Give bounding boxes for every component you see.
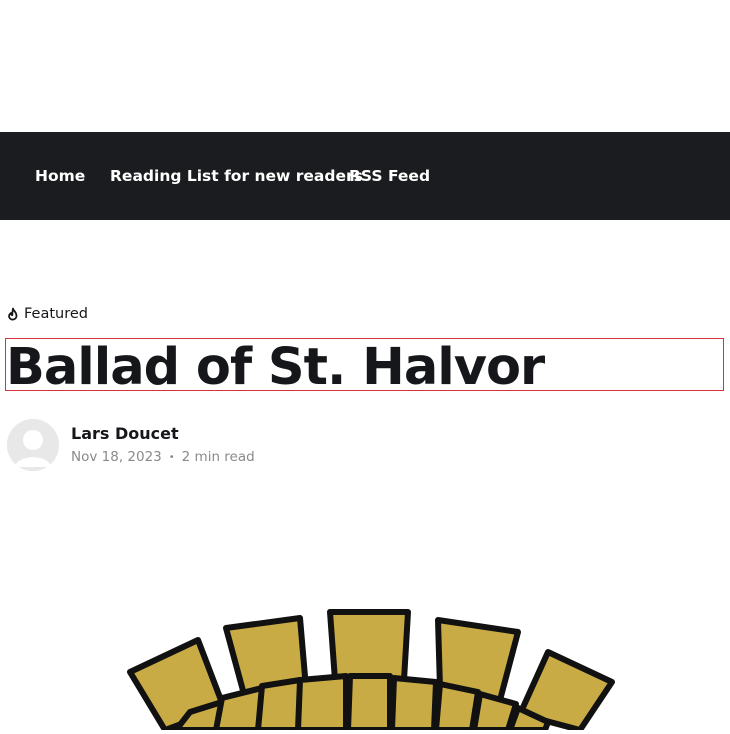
author-avatar[interactable] (7, 419, 59, 471)
post-date: Nov 18, 2023 (71, 449, 162, 465)
meta-separator: • (168, 451, 175, 463)
reading-time: 2 min read (181, 449, 255, 465)
flame-icon (6, 307, 20, 322)
feature-image (0, 590, 730, 733)
nav-link-rss-feed[interactable]: RSS Feed (349, 132, 430, 220)
post-meta: Nov 18, 2023 • 2 min read (71, 449, 255, 465)
site-nav: Home Reading List for new readers RSS Fe… (0, 132, 730, 220)
author-name[interactable]: Lars Doucet (71, 424, 179, 443)
nav-link-home[interactable]: Home (35, 132, 85, 220)
post-title: Ballad of St. Halvor (6, 338, 545, 397)
nav-link-reading-list[interactable]: Reading List for new readers (110, 132, 363, 220)
featured-label: Featured (24, 306, 88, 322)
featured-tag: Featured (6, 304, 88, 324)
